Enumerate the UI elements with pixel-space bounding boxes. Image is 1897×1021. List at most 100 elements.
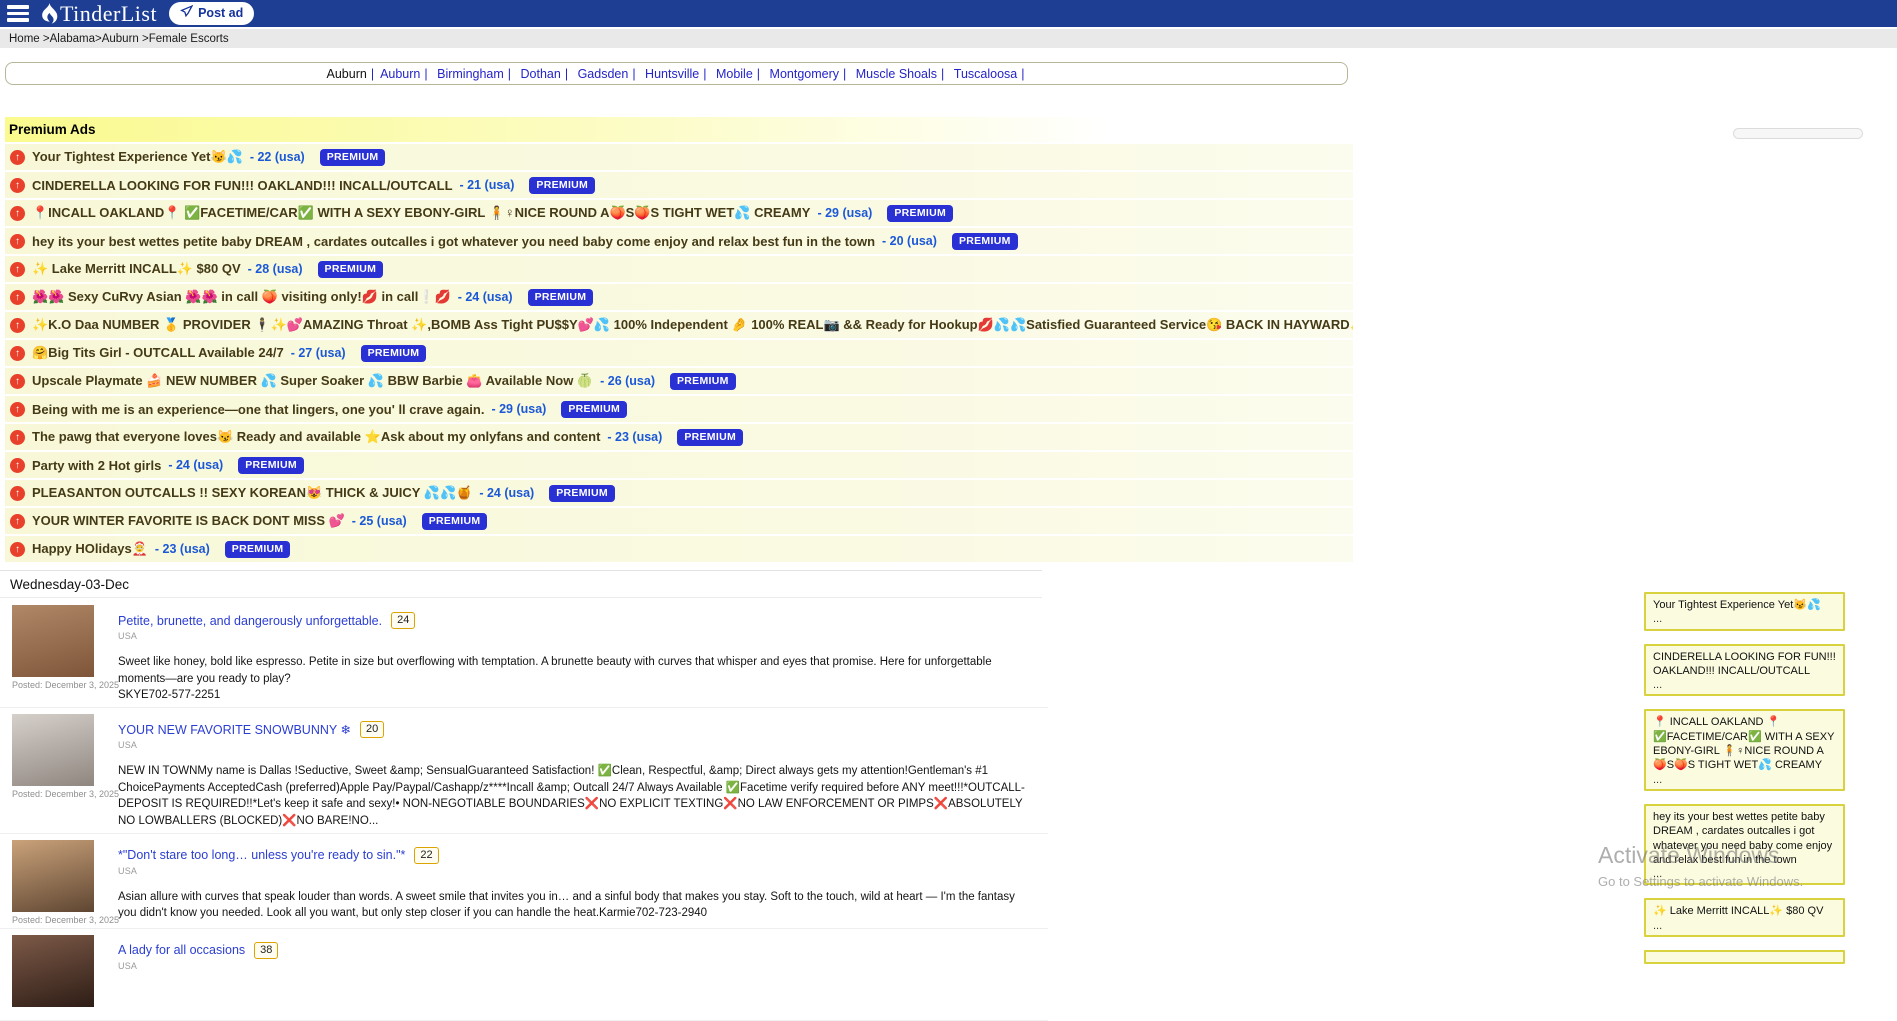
premium-ad-row[interactable]: ↑ ✨ Lake Merritt INCALL✨ $80 QV - 28 (us… (5, 256, 1353, 282)
city-separator: | (565, 67, 568, 81)
city-link[interactable]: Birmingham (437, 67, 504, 81)
premium-ad-row[interactable]: ↑ YOUR WINTER FAVORITE IS BACK DONT MISS… (5, 508, 1353, 534)
premium-ad-row[interactable]: ↑ 🤗Big Tits Girl - OUTCALL Available 24/… (5, 340, 1353, 366)
premium-ad-title[interactable]: YOUR WINTER FAVORITE IS BACK DONT MISS 💕 (32, 513, 345, 529)
sidebar-ad-card[interactable]: Your Tightest Experience Yet😼💦 ... (1644, 592, 1845, 631)
listing-posted-date: Posted: December 3, 2025 (12, 680, 94, 690)
premium-ad-age: - 23 (usa) (607, 430, 662, 444)
brand-logo[interactable]: TinderList (41, 1, 157, 27)
premium-ad-title[interactable]: 🤗Big Tits Girl - OUTCALL Available 24/7 (32, 345, 284, 361)
listing-thumbnail[interactable] (12, 935, 94, 1007)
premium-badge[interactable]: PREMIUM (320, 149, 386, 166)
premium-badge[interactable]: PREMIUM (561, 401, 627, 418)
premium-ad-row[interactable]: ↑ Upscale Playmate 🍰 NEW NUMBER 💦 Super … (5, 368, 1353, 394)
premium-badge[interactable]: PREMIUM (529, 177, 595, 194)
premium-badge[interactable]: PREMIUM (238, 457, 304, 474)
listing-title-link[interactable]: A lady for all occasions (118, 943, 245, 957)
listing-age-badge: 38 (254, 942, 278, 959)
premium-ad-age: - 22 (usa) (250, 150, 305, 164)
premium-ad-age: - 23 (usa) (155, 542, 210, 556)
listing-age-badge: 22 (414, 847, 438, 864)
premium-ad-row[interactable]: ↑ The pawg that everyone loves😼 Ready an… (5, 424, 1353, 450)
premium-badge[interactable]: PREMIUM (670, 373, 736, 390)
breadcrumb-link[interactable]: Home (9, 33, 40, 45)
city-separator: | (424, 67, 427, 81)
listing-thumbnail[interactable] (12, 605, 94, 677)
premium-ad-row[interactable]: ↑ CINDERELLA LOOKING FOR FUN!!! OAKLAND!… (5, 172, 1353, 198)
premium-ad-row[interactable]: ↑ Your Tightest Experience Yet😼💦 - 22 (u… (5, 144, 1353, 170)
listing-thumbnail[interactable] (12, 714, 94, 786)
listing-posted-date: Posted: December 3, 2025 (12, 789, 94, 799)
city-link[interactable]: Dothan (521, 67, 561, 81)
premium-ad-row[interactable]: ↑ hey its your best wettes petite baby D… (5, 228, 1353, 254)
premium-ad-title[interactable]: Being with me is an experience—one that … (32, 402, 484, 417)
premium-ad-row[interactable]: ↑ ✨K.O Daa NUMBER 🥇 PROVIDER 🕴✨💕AMAZING … (5, 312, 1353, 338)
premium-ad-title[interactable]: Party with 2 Hot girls (32, 458, 161, 473)
premium-badge[interactable]: PREMIUM (225, 541, 291, 558)
premium-ad-title[interactable]: The pawg that everyone loves😼 Ready and … (32, 429, 600, 445)
premium-badge[interactable]: PREMIUM (318, 261, 384, 278)
premium-badge[interactable]: PREMIUM (361, 345, 427, 362)
sidebar-ad-ellipsis: ... (1653, 867, 1836, 881)
city-link[interactable]: Huntsville (645, 67, 699, 81)
city-link[interactable]: Muscle Shoals (856, 67, 937, 81)
premium-ad-title[interactable]: Happy HOlidays🤶 (32, 541, 148, 557)
listing-title-link[interactable]: *"Don't stare too long… unless you're re… (118, 848, 405, 862)
premium-ad-row[interactable]: ↑ 🌺🌺 Sexy CuRvy Asian 🌺🌺 in call 🍑 visit… (5, 284, 1353, 310)
date-header: Wednesday-03-Dec (0, 570, 1042, 598)
premium-ad-title[interactable]: hey its your best wettes petite baby DRE… (32, 234, 875, 249)
sidebar-ad-card[interactable]: 📍 INCALL OAKLAND 📍 ✅FACETIME/CAR✅ WITH A… (1644, 709, 1845, 790)
breadcrumb-link[interactable]: Alabama (50, 33, 95, 45)
sidebar-ad-card[interactable]: CINDERELLA LOOKING FOR FUN!!! OAKLAND!!!… (1644, 644, 1845, 697)
premium-ad-title[interactable]: Your Tightest Experience Yet😼💦 (32, 149, 243, 165)
premium-badge[interactable]: PREMIUM (549, 485, 615, 502)
breadcrumb-link[interactable]: Auburn (102, 33, 139, 45)
premium-ad-title[interactable]: CINDERELLA LOOKING FOR FUN!!! OAKLAND!!!… (32, 178, 453, 193)
premium-ad-row[interactable]: ↑ PLEASANTON OUTCALLS !! SEXY KOREAN😻 TH… (5, 480, 1353, 506)
breadcrumb-separator: > (139, 33, 149, 45)
premium-ad-age: - 26 (usa) (600, 374, 655, 388)
up-arrow-burst-icon: ↑ (10, 458, 25, 473)
menu-icon[interactable] (7, 5, 29, 22)
premium-ad-row[interactable]: ↑ Happy HOlidays🤶 - 23 (usa) PREMIUM (5, 536, 1353, 562)
premium-ad-row[interactable]: ↑ Being with me is an experience—one tha… (5, 396, 1353, 422)
premium-ad-title[interactable]: 📍INCALL OAKLAND📍 ✅FACETIME/CAR✅ WITH A S… (32, 205, 810, 221)
premium-badge[interactable]: PREMIUM (952, 233, 1018, 250)
scroll-pill (1733, 128, 1863, 139)
premium-ad-title[interactable]: ✨K.O Daa NUMBER 🥇 PROVIDER 🕴✨💕AMAZING Th… (32, 317, 1353, 333)
premium-badge[interactable]: PREMIUM (528, 289, 594, 306)
premium-ad-title[interactable]: Upscale Playmate 🍰 NEW NUMBER 💦 Super So… (32, 373, 593, 389)
premium-ad-title[interactable]: 🌺🌺 Sexy CuRvy Asian 🌺🌺 in call 🍑 visitin… (32, 289, 451, 305)
up-arrow-burst-icon: ↑ (10, 430, 25, 445)
city-separator: | (703, 67, 706, 81)
sidebar-ad-card[interactable]: hey its your best wettes petite baby DRE… (1644, 804, 1845, 885)
listing-title-link[interactable]: YOUR NEW FAVORITE SNOWBUNNY ❄ (118, 722, 351, 737)
premium-badge[interactable]: PREMIUM (677, 429, 743, 446)
listing-posted-date: Posted: December 3, 2025 (12, 915, 94, 925)
city-link[interactable]: Montgomery (770, 67, 839, 81)
sidebar-ad-card[interactable] (1644, 950, 1845, 964)
premium-badge[interactable]: PREMIUM (887, 205, 953, 222)
city-separator: | (757, 67, 760, 81)
city-link[interactable]: Mobile (716, 67, 753, 81)
premium-ad-title[interactable]: ✨ Lake Merritt INCALL✨ $80 QV (32, 261, 241, 277)
premium-ad-row[interactable]: ↑ 📍INCALL OAKLAND📍 ✅FACETIME/CAR✅ WITH A… (5, 200, 1353, 226)
listing-title-link[interactable]: Petite, brunette, and dangerously unforg… (118, 614, 382, 628)
breadcrumb-separator: > (95, 33, 102, 45)
city-link[interactable]: Auburn (380, 67, 420, 81)
sidebar-ad-card[interactable]: ✨ Lake Merritt INCALL✨ $80 QV ... (1644, 898, 1845, 937)
sidebar-ad-ellipsis: ... (1653, 919, 1836, 933)
premium-ad-title[interactable]: PLEASANTON OUTCALLS !! SEXY KOREAN😻 THIC… (32, 485, 472, 501)
breadcrumb-link[interactable]: Female Escorts (149, 33, 229, 45)
city-separator: | (941, 67, 944, 81)
city-link[interactable]: Gadsden (578, 67, 629, 81)
listing-row: A lady for all occasions 38 USA (0, 929, 1048, 1021)
up-arrow-burst-icon: ↑ (10, 178, 25, 193)
premium-ads-heading: Premium Ads (5, 117, 1353, 142)
city-separator: | (508, 67, 511, 81)
premium-ad-row[interactable]: ↑ Party with 2 Hot girls - 24 (usa) PREM… (5, 452, 1353, 478)
city-link[interactable]: Tuscaloosa (954, 67, 1017, 81)
premium-badge[interactable]: PREMIUM (422, 513, 488, 530)
listing-thumbnail[interactable] (12, 840, 94, 912)
post-ad-button[interactable]: Post ad (169, 2, 254, 25)
